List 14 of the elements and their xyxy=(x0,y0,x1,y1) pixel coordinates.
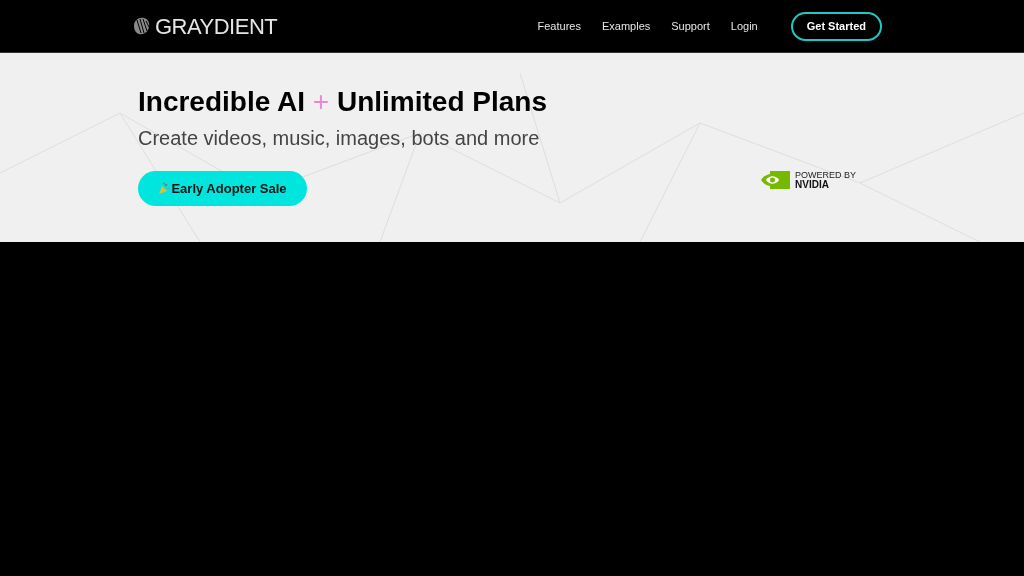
early-adopter-sale-button[interactable]: Early Adopter Sale xyxy=(138,171,307,206)
nav-link[interactable]: Examples xyxy=(601,17,651,35)
nav-link[interactable]: Login xyxy=(730,17,758,35)
party-popper-icon xyxy=(158,182,171,195)
nav-link[interactable]: Features xyxy=(537,17,581,35)
eye-logo-icon xyxy=(761,170,790,189)
subtitle: Create videos, music, images, bots and more xyxy=(138,126,540,151)
shell-logo-icon xyxy=(132,16,151,36)
logo-wordmark[interactable]: GRAYDIENT xyxy=(155,9,278,43)
powered-by-label: POWERED BY xyxy=(795,169,856,180)
nvidia-label: NVIDIA xyxy=(795,179,830,190)
headline: Incredible AI + Unlimited Plans xyxy=(138,85,547,119)
get-started-button[interactable]: Get Started xyxy=(790,11,882,41)
nav-link[interactable]: Support xyxy=(671,17,710,35)
